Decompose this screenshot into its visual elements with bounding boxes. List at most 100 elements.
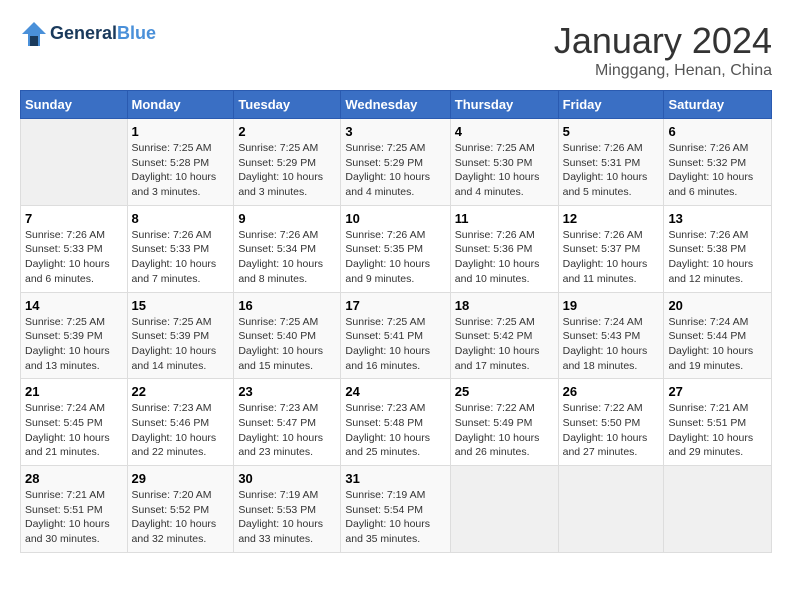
day-info: Sunrise: 7:19 AM Sunset: 5:53 PM Dayligh… — [238, 488, 336, 547]
page-header: GeneralBlue January 2024 Minggang, Henan… — [20, 20, 772, 80]
calendar-cell: 31 Sunrise: 7:19 AM Sunset: 5:54 PM Dayli… — [341, 466, 450, 553]
day-number: 26 — [563, 384, 660, 399]
calendar-cell: 7 Sunrise: 7:26 AM Sunset: 5:33 PM Daylig… — [21, 205, 128, 292]
calendar-cell — [21, 119, 128, 206]
logo-blue: Blue — [117, 23, 156, 43]
weekday-header: Thursday — [450, 91, 558, 119]
day-number: 22 — [132, 384, 230, 399]
calendar-cell: 9 Sunrise: 7:26 AM Sunset: 5:34 PM Daylig… — [234, 205, 341, 292]
day-info: Sunrise: 7:26 AM Sunset: 5:31 PM Dayligh… — [563, 141, 660, 200]
day-number: 6 — [668, 124, 767, 139]
day-number: 18 — [455, 298, 554, 313]
day-number: 7 — [25, 211, 123, 226]
day-info: Sunrise: 7:23 AM Sunset: 5:47 PM Dayligh… — [238, 401, 336, 460]
calendar-week-row: 7 Sunrise: 7:26 AM Sunset: 5:33 PM Daylig… — [21, 205, 772, 292]
day-info: Sunrise: 7:26 AM Sunset: 5:34 PM Dayligh… — [238, 228, 336, 287]
calendar-cell — [558, 466, 664, 553]
day-info: Sunrise: 7:25 AM Sunset: 5:41 PM Dayligh… — [345, 315, 445, 374]
day-info: Sunrise: 7:26 AM Sunset: 5:33 PM Dayligh… — [25, 228, 123, 287]
weekday-header: Sunday — [21, 91, 128, 119]
day-number: 8 — [132, 211, 230, 226]
day-info: Sunrise: 7:26 AM Sunset: 5:38 PM Dayligh… — [668, 228, 767, 287]
day-number: 21 — [25, 384, 123, 399]
day-number: 10 — [345, 211, 445, 226]
logo-general: General — [50, 23, 117, 43]
calendar-header: SundayMondayTuesdayWednesdayThursdayFrid… — [21, 91, 772, 119]
calendar-cell: 5 Sunrise: 7:26 AM Sunset: 5:31 PM Daylig… — [558, 119, 664, 206]
day-number: 31 — [345, 471, 445, 486]
day-number: 25 — [455, 384, 554, 399]
day-number: 14 — [25, 298, 123, 313]
header-row: SundayMondayTuesdayWednesdayThursdayFrid… — [21, 91, 772, 119]
logo: GeneralBlue — [20, 20, 156, 48]
day-info: Sunrise: 7:26 AM Sunset: 5:33 PM Dayligh… — [132, 228, 230, 287]
calendar-cell: 12Sunrise: 7:26 AM Sunset: 5:37 PM Dayli… — [558, 205, 664, 292]
calendar-cell: 17Sunrise: 7:25 AM Sunset: 5:41 PM Dayli… — [341, 292, 450, 379]
day-info: Sunrise: 7:25 AM Sunset: 5:28 PM Dayligh… — [132, 141, 230, 200]
day-info: Sunrise: 7:25 AM Sunset: 5:29 PM Dayligh… — [345, 141, 445, 200]
calendar-cell: 24Sunrise: 7:23 AM Sunset: 5:48 PM Dayli… — [341, 379, 450, 466]
day-info: Sunrise: 7:26 AM Sunset: 5:36 PM Dayligh… — [455, 228, 554, 287]
calendar-week-row: 21 Sunrise: 7:24 AM Sunset: 5:45 PM Dayli… — [21, 379, 772, 466]
day-number: 1 — [132, 124, 230, 139]
day-info: Sunrise: 7:25 AM Sunset: 5:30 PM Dayligh… — [455, 141, 554, 200]
calendar-cell: 14 Sunrise: 7:25 AM Sunset: 5:39 PM Dayli… — [21, 292, 128, 379]
day-info: Sunrise: 7:22 AM Sunset: 5:49 PM Dayligh… — [455, 401, 554, 460]
calendar-cell: 8 Sunrise: 7:26 AM Sunset: 5:33 PM Daylig… — [127, 205, 234, 292]
calendar-cell: 19Sunrise: 7:24 AM Sunset: 5:43 PM Dayli… — [558, 292, 664, 379]
calendar-cell: 30Sunrise: 7:19 AM Sunset: 5:53 PM Dayli… — [234, 466, 341, 553]
day-number: 11 — [455, 211, 554, 226]
calendar-cell: 4 Sunrise: 7:25 AM Sunset: 5:30 PM Daylig… — [450, 119, 558, 206]
day-info: Sunrise: 7:25 AM Sunset: 5:40 PM Dayligh… — [238, 315, 336, 374]
calendar-table: SundayMondayTuesdayWednesdayThursdayFrid… — [20, 90, 772, 553]
calendar-cell: 26Sunrise: 7:22 AM Sunset: 5:50 PM Dayli… — [558, 379, 664, 466]
day-info: Sunrise: 7:19 AM Sunset: 5:54 PM Dayligh… — [345, 488, 445, 547]
calendar-subtitle: Minggang, Henan, China — [554, 62, 772, 80]
weekday-header: Monday — [127, 91, 234, 119]
day-number: 13 — [668, 211, 767, 226]
day-number: 4 — [455, 124, 554, 139]
day-info: Sunrise: 7:23 AM Sunset: 5:46 PM Dayligh… — [132, 401, 230, 460]
calendar-cell: 13 Sunrise: 7:26 AM Sunset: 5:38 PM Dayli… — [664, 205, 772, 292]
calendar-cell: 1 Sunrise: 7:25 AM Sunset: 5:28 PM Daylig… — [127, 119, 234, 206]
weekday-header: Wednesday — [341, 91, 450, 119]
calendar-cell: 20 Sunrise: 7:24 AM Sunset: 5:44 PM Dayli… — [664, 292, 772, 379]
day-info: Sunrise: 7:26 AM Sunset: 5:32 PM Dayligh… — [668, 141, 767, 200]
day-info: Sunrise: 7:24 AM Sunset: 5:44 PM Dayligh… — [668, 315, 767, 374]
weekday-header: Friday — [558, 91, 664, 119]
day-info: Sunrise: 7:21 AM Sunset: 5:51 PM Dayligh… — [25, 488, 123, 547]
day-number: 9 — [238, 211, 336, 226]
day-number: 5 — [563, 124, 660, 139]
logo-icon — [20, 20, 48, 48]
calendar-cell: 2Sunrise: 7:25 AM Sunset: 5:29 PM Daylig… — [234, 119, 341, 206]
day-info: Sunrise: 7:24 AM Sunset: 5:45 PM Dayligh… — [25, 401, 123, 460]
calendar-cell — [664, 466, 772, 553]
day-number: 15 — [132, 298, 230, 313]
weekday-header: Tuesday — [234, 91, 341, 119]
calendar-cell: 22 Sunrise: 7:23 AM Sunset: 5:46 PM Dayli… — [127, 379, 234, 466]
calendar-cell: 28Sunrise: 7:21 AM Sunset: 5:51 PM Dayli… — [21, 466, 128, 553]
day-info: Sunrise: 7:24 AM Sunset: 5:43 PM Dayligh… — [563, 315, 660, 374]
day-number: 23 — [238, 384, 336, 399]
calendar-cell: 21 Sunrise: 7:24 AM Sunset: 5:45 PM Dayli… — [21, 379, 128, 466]
calendar-cell: 3Sunrise: 7:25 AM Sunset: 5:29 PM Daylig… — [341, 119, 450, 206]
day-number: 2 — [238, 124, 336, 139]
calendar-cell: 18Sunrise: 7:25 AM Sunset: 5:42 PM Dayli… — [450, 292, 558, 379]
day-number: 12 — [563, 211, 660, 226]
day-number: 20 — [668, 298, 767, 313]
calendar-cell: 10 Sunrise: 7:26 AM Sunset: 5:35 PM Dayli… — [341, 205, 450, 292]
day-info: Sunrise: 7:25 AM Sunset: 5:39 PM Dayligh… — [132, 315, 230, 374]
calendar-cell: 29Sunrise: 7:20 AM Sunset: 5:52 PM Dayli… — [127, 466, 234, 553]
calendar-cell: 27Sunrise: 7:21 AM Sunset: 5:51 PM Dayli… — [664, 379, 772, 466]
calendar-week-row: 14 Sunrise: 7:25 AM Sunset: 5:39 PM Dayli… — [21, 292, 772, 379]
calendar-cell — [450, 466, 558, 553]
calendar-week-row: 1 Sunrise: 7:25 AM Sunset: 5:28 PM Daylig… — [21, 119, 772, 206]
calendar-title: January 2024 — [554, 20, 772, 62]
calendar-cell: 11 Sunrise: 7:26 AM Sunset: 5:36 PM Dayli… — [450, 205, 558, 292]
calendar-cell: 23 Sunrise: 7:23 AM Sunset: 5:47 PM Dayli… — [234, 379, 341, 466]
calendar-cell: 6 Sunrise: 7:26 AM Sunset: 5:32 PM Daylig… — [664, 119, 772, 206]
day-info: Sunrise: 7:25 AM Sunset: 5:39 PM Dayligh… — [25, 315, 123, 374]
day-info: Sunrise: 7:26 AM Sunset: 5:35 PM Dayligh… — [345, 228, 445, 287]
calendar-week-row: 28Sunrise: 7:21 AM Sunset: 5:51 PM Dayli… — [21, 466, 772, 553]
calendar-body: 1 Sunrise: 7:25 AM Sunset: 5:28 PM Daylig… — [21, 119, 772, 553]
